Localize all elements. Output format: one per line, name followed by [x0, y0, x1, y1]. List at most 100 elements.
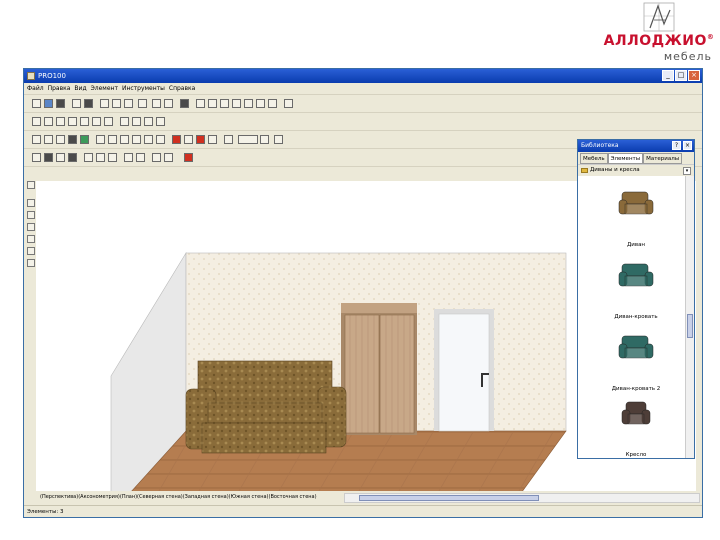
rotate-icon[interactable]	[144, 117, 153, 126]
menu-view[interactable]: Вид	[74, 83, 86, 94]
library-close-icon[interactable]: ×	[683, 141, 692, 150]
distribute-v-icon[interactable]	[268, 99, 277, 108]
distribute-h-icon[interactable]	[256, 99, 265, 108]
box-icon[interactable]	[120, 135, 129, 144]
align-top-icon[interactable]	[232, 99, 241, 108]
group-icon[interactable]	[120, 117, 129, 126]
ungroup-icon[interactable]	[132, 117, 141, 126]
pan-icon[interactable]	[152, 153, 161, 162]
pointer-tool-icon[interactable]	[27, 181, 35, 189]
armchair-thumbnail-icon	[621, 401, 651, 425]
door-icon[interactable]	[132, 135, 141, 144]
redo-icon[interactable]	[164, 99, 173, 108]
menu-tools[interactable]: Инструменты	[122, 83, 165, 94]
zoom-fit-icon[interactable]	[274, 135, 283, 144]
render-icon[interactable]	[172, 135, 181, 144]
door-handle	[481, 373, 483, 387]
chevron-down-icon[interactable]: ▾	[683, 167, 691, 175]
solid-icon[interactable]	[68, 153, 77, 162]
camera-icon[interactable]	[196, 135, 205, 144]
horizontal-scroll-thumb[interactable]	[359, 495, 539, 501]
measure-icon[interactable]	[136, 153, 145, 162]
library-item[interactable]: Диван-кровать	[588, 252, 684, 320]
library-path[interactable]: Диваны и кресла ▾	[578, 164, 694, 176]
sofa-bed-thumbnail-icon	[618, 263, 654, 287]
mirror-icon[interactable]	[156, 117, 165, 126]
size-depth-icon[interactable]	[56, 117, 65, 126]
library-item[interactable]: Диван-кровать 2	[588, 324, 684, 392]
rect-icon[interactable]	[44, 135, 53, 144]
dimension-icon[interactable]	[124, 153, 133, 162]
handle-icon[interactable]	[156, 135, 165, 144]
move-up-icon[interactable]	[92, 117, 101, 126]
menu-edit[interactable]: Правка	[48, 83, 71, 94]
view-tabs[interactable]: (Перспектива)(Аксонометрия)(План)(Северн…	[38, 493, 338, 503]
library-item[interactable]: Диван	[588, 180, 684, 248]
grid-icon[interactable]	[180, 99, 189, 108]
line-icon[interactable]	[56, 135, 65, 144]
menu-file[interactable]: Файл	[27, 83, 44, 94]
fill-icon[interactable]	[68, 135, 77, 144]
ceiling-tool-icon[interactable]	[27, 223, 35, 231]
zoom-input[interactable]	[238, 135, 258, 144]
library-scrollbar[interactable]	[685, 176, 694, 458]
wireframe-icon[interactable]	[56, 153, 65, 162]
texture-icon[interactable]	[80, 135, 89, 144]
wall-tool-icon[interactable]	[27, 199, 35, 207]
print-preview-icon[interactable]	[72, 99, 81, 108]
close-doc-icon[interactable]	[284, 99, 293, 108]
tab-elements[interactable]: Элементы	[607, 153, 644, 164]
shelf-icon[interactable]	[96, 135, 105, 144]
align-bottom-icon[interactable]	[244, 99, 253, 108]
open-icon[interactable]	[44, 99, 53, 108]
select-icon[interactable]	[32, 135, 41, 144]
window-tool-icon[interactable]	[27, 235, 35, 243]
light-icon[interactable]	[184, 135, 193, 144]
library-help-icon[interactable]: ?	[672, 141, 681, 150]
horizontal-scrollbar[interactable]	[344, 493, 700, 503]
move-right-icon[interactable]	[80, 117, 89, 126]
brand-logo: АЛЛОДЖИО® мебель	[600, 2, 718, 64]
delete-icon[interactable]	[138, 99, 147, 108]
view-side-icon[interactable]	[96, 153, 105, 162]
perspective-icon[interactable]	[164, 153, 173, 162]
move-left-icon[interactable]	[68, 117, 77, 126]
align-left-icon[interactable]	[196, 99, 205, 108]
move-down-icon[interactable]	[104, 117, 113, 126]
view-front-icon[interactable]	[84, 153, 93, 162]
view-top-icon[interactable]	[108, 153, 117, 162]
minimize-button[interactable]: _	[662, 70, 674, 81]
snap-icon[interactable]	[32, 153, 41, 162]
cut-icon[interactable]	[100, 99, 109, 108]
floor-tool-icon[interactable]	[27, 211, 35, 219]
zoom-icon[interactable]	[224, 135, 233, 144]
door-tool-icon[interactable]	[27, 247, 35, 255]
tab-materials[interactable]: Материалы	[643, 153, 683, 164]
window-title: PRO100	[38, 72, 66, 80]
search-tool-icon[interactable]	[27, 259, 35, 267]
menu-element[interactable]: Элемент	[91, 83, 118, 94]
tab-furniture[interactable]: Мебель	[580, 153, 608, 164]
undo-icon[interactable]	[152, 99, 161, 108]
menu-help[interactable]: Справка	[169, 83, 195, 94]
layers-icon[interactable]	[44, 153, 53, 162]
library-scroll-thumb[interactable]	[687, 314, 693, 338]
copy-icon[interactable]	[112, 99, 121, 108]
save-icon[interactable]	[56, 99, 65, 108]
panel-icon[interactable]	[108, 135, 117, 144]
new-icon[interactable]	[32, 99, 41, 108]
drawer-icon[interactable]	[144, 135, 153, 144]
orbit-icon[interactable]	[208, 135, 217, 144]
zoom-dropdown-icon[interactable]	[260, 135, 269, 144]
library-item[interactable]: Кресло	[588, 390, 684, 458]
size-height-icon[interactable]	[44, 117, 53, 126]
stop-icon[interactable]	[184, 153, 193, 162]
close-button[interactable]: ×	[688, 70, 700, 81]
title-bar: PRO100 _ □ ×	[24, 69, 702, 83]
align-center-icon[interactable]	[208, 99, 217, 108]
maximize-button[interactable]: □	[675, 70, 687, 81]
align-right-icon[interactable]	[220, 99, 229, 108]
print-icon[interactable]	[84, 99, 93, 108]
paste-icon[interactable]	[124, 99, 133, 108]
size-width-icon[interactable]	[32, 117, 41, 126]
